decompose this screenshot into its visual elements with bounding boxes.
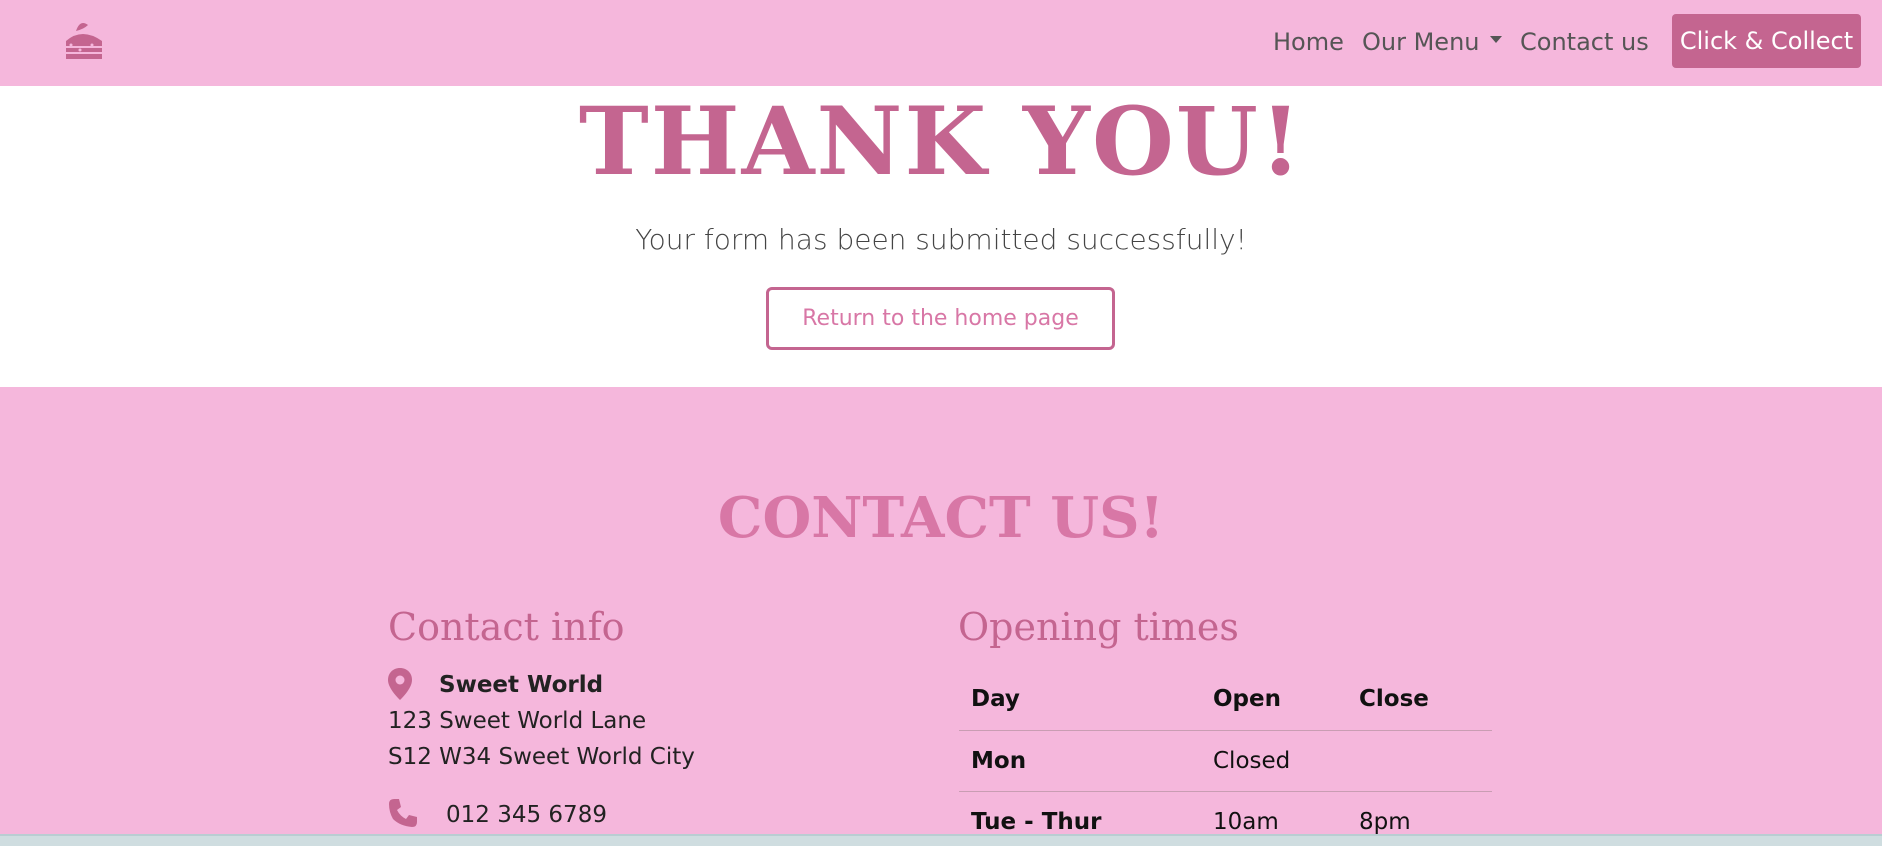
- contact-section-title: CONTACT US!: [717, 485, 1165, 551]
- nav-contact-link[interactable]: Contact us: [1520, 24, 1649, 60]
- return-home-button[interactable]: Return to the home page: [766, 287, 1115, 350]
- window-bottom-edge: [0, 834, 1882, 846]
- phone-icon: [388, 798, 418, 828]
- contact-info-heading: Contact info: [388, 605, 625, 649]
- table-row: Mon Closed: [959, 730, 1492, 792]
- opening-times-table: Day Open Close Mon Closed Tue - Thur 10a…: [959, 669, 1492, 846]
- address-line-1: 123 Sweet World Lane: [388, 708, 647, 734]
- cake-slice-icon[interactable]: [62, 17, 108, 63]
- success-message: Your form has been submitted successfull…: [635, 223, 1247, 256]
- phone-number[interactable]: 012 345 6789: [446, 798, 607, 832]
- nav-home-link[interactable]: Home: [1273, 24, 1344, 60]
- column-header-day: Day: [959, 669, 1201, 731]
- page-title: THANK YOU!: [578, 87, 1304, 197]
- caret-down-icon: [1489, 35, 1502, 43]
- table-header-row: Day Open Close: [959, 669, 1492, 731]
- click-and-collect-button[interactable]: Click & Collect: [1672, 14, 1861, 68]
- navbar: Home Our Menu Contact us Click & Collect: [0, 0, 1882, 86]
- open-cell: Closed: [1201, 730, 1347, 792]
- address-line-2: S12 W34 Sweet World City: [388, 744, 695, 770]
- day-cell: Mon: [959, 730, 1201, 792]
- column-header-open: Open: [1201, 669, 1347, 731]
- business-name: Sweet World: [439, 672, 604, 698]
- nav-our-menu-dropdown[interactable]: Our Menu: [1362, 24, 1502, 60]
- opening-times-heading: Opening times: [958, 605, 1239, 649]
- map-pin-icon: [388, 668, 412, 700]
- nav-our-menu-label: Our Menu: [1362, 28, 1480, 56]
- close-cell: [1347, 730, 1492, 792]
- column-header-close: Close: [1347, 669, 1492, 731]
- contact-section: CONTACT US! Contact info Sweet World 123…: [0, 387, 1882, 846]
